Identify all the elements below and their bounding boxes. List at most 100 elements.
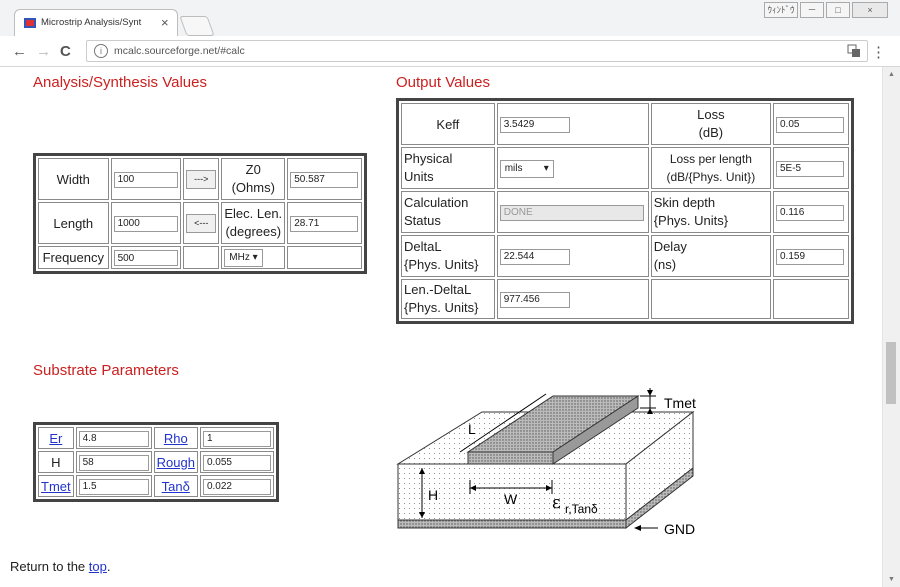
elec-len-label: Elec. Len. bbox=[224, 206, 283, 221]
minimize-icon[interactable]: － bbox=[800, 2, 824, 18]
deltal-label: DeltaL bbox=[404, 239, 442, 254]
footer-text: Return to the bbox=[10, 559, 89, 574]
deltal-output[interactable] bbox=[499, 248, 570, 265]
analyze-button[interactable]: <--- bbox=[186, 213, 217, 233]
new-tab-button[interactable] bbox=[179, 16, 215, 36]
analysis-heading: Analysis/Synthesis Values bbox=[33, 74, 207, 91]
tmet-input[interactable] bbox=[78, 478, 149, 495]
w-label: W bbox=[504, 491, 518, 507]
physical-units-value: mils bbox=[504, 162, 523, 174]
frequency-label: Frequency bbox=[38, 246, 109, 269]
scroll-thumb[interactable] bbox=[886, 342, 896, 404]
synthesize-button[interactable]: ---> bbox=[186, 169, 217, 189]
window-user-button[interactable]: ｳｨﾝﾄﾞｳ bbox=[764, 2, 798, 18]
frequency-unit-select[interactable]: MHz ▾ bbox=[224, 249, 263, 267]
len-deltal-unit-label: {Phys. Units} bbox=[404, 300, 479, 315]
forward-icon[interactable]: → bbox=[36, 43, 51, 60]
length-label: Length bbox=[38, 202, 109, 244]
ground-plane-front bbox=[397, 519, 627, 529]
delay-unit-label: (ns) bbox=[653, 257, 677, 272]
h-label: H bbox=[38, 451, 74, 473]
loss-output[interactable] bbox=[776, 116, 844, 133]
er-link[interactable]: Er bbox=[49, 431, 62, 446]
output-heading: Output Values bbox=[396, 74, 490, 91]
translate-icon[interactable] bbox=[847, 44, 861, 58]
frequency-input[interactable] bbox=[113, 250, 178, 267]
physical-units-label: Physical bbox=[404, 151, 453, 166]
elec-len-unit-label: (degrees) bbox=[225, 224, 282, 239]
tand-link[interactable]: Tanδ bbox=[162, 479, 190, 494]
calc-status-label: Calculation bbox=[404, 195, 469, 210]
frequency-unit-value: MHz bbox=[229, 252, 250, 263]
reload-icon[interactable]: C bbox=[60, 43, 71, 60]
rho-input[interactable] bbox=[202, 430, 271, 447]
analysis-table: Width ---> Z0 (Ohms) Length <--- Elec. Le… bbox=[33, 153, 367, 274]
rho-link[interactable]: Rho bbox=[164, 431, 188, 446]
h-dimension-label: H bbox=[428, 487, 438, 503]
skin-depth-label: Skin depth bbox=[653, 195, 716, 210]
address-bar[interactable]: i mcalc.sourceforge.net/#calc bbox=[86, 40, 868, 62]
substrate-heading: Substrate Parameters bbox=[33, 362, 179, 379]
substrate-table: Er Rho H Rough Tmet Tanδ bbox=[33, 422, 279, 502]
output-table: Keff Loss (dB) Physical Units mils ▾ Loss … bbox=[396, 98, 854, 324]
menu-icon[interactable]: ⋮ bbox=[871, 43, 886, 61]
tab-title: Microstrip Analysis/Synt bbox=[41, 17, 142, 28]
l-label: L bbox=[468, 421, 476, 437]
chevron-down-icon: ▾ bbox=[252, 252, 258, 263]
keff-label: Keff bbox=[401, 103, 495, 145]
calc-status-output bbox=[499, 204, 644, 221]
scroll-up-icon[interactable]: ▲ bbox=[888, 71, 895, 78]
length-input[interactable] bbox=[113, 215, 178, 232]
h-input[interactable] bbox=[78, 454, 149, 471]
address-toolbar: ← → C i mcalc.sourceforge.net/#calc ⋮ bbox=[0, 36, 900, 67]
favicon-icon bbox=[24, 18, 36, 28]
physical-units-label-2: Units bbox=[404, 169, 434, 184]
skin-depth-output[interactable] bbox=[776, 204, 844, 221]
loss-per-length-label: Loss per length bbox=[669, 152, 752, 166]
loss-label: Loss bbox=[697, 107, 725, 122]
physical-units-select[interactable]: mils ▾ bbox=[499, 159, 554, 178]
vertical-scrollbar[interactable]: ▲ ▼ bbox=[882, 67, 900, 587]
loss-per-length-unit-label: (dB/{Phys. Unit}) bbox=[666, 170, 756, 184]
window-controls: ｳｨﾝﾄﾞｳ － □ × bbox=[764, 2, 888, 18]
maximize-icon[interactable]: □ bbox=[826, 2, 850, 18]
microstrip-diagram: Tmet L H W ε r,Tanδ GND bbox=[396, 388, 696, 537]
epsilon-label: ε bbox=[552, 493, 561, 513]
url-text[interactable]: mcalc.sourceforge.net/#calc bbox=[114, 45, 245, 57]
skin-depth-unit-label: {Phys. Units} bbox=[653, 213, 729, 228]
tand-input[interactable] bbox=[202, 478, 271, 495]
calc-status-label-2: Status bbox=[404, 213, 441, 228]
z0-input[interactable] bbox=[290, 171, 359, 188]
z0-unit-label: (Ohms) bbox=[231, 180, 275, 195]
deltal-unit-label: {Phys. Units} bbox=[404, 257, 479, 272]
width-label: Width bbox=[38, 158, 109, 200]
delay-output[interactable] bbox=[776, 248, 844, 265]
top-link[interactable]: top bbox=[89, 559, 107, 574]
z0-label: Z0 bbox=[245, 162, 261, 177]
tab-close-icon[interactable]: × bbox=[161, 15, 169, 30]
delay-label: Delay bbox=[653, 239, 687, 254]
gnd-arrow bbox=[634, 525, 641, 531]
len-deltal-output[interactable] bbox=[499, 291, 570, 308]
rough-link[interactable]: Rough bbox=[157, 455, 195, 470]
loss-per-length-output[interactable] bbox=[776, 160, 844, 177]
er-input[interactable] bbox=[78, 430, 149, 447]
info-icon[interactable]: i bbox=[94, 44, 108, 58]
browser-title-bar: Microstrip Analysis/Synt × ｳｨﾝﾄﾞｳ － □ × bbox=[0, 0, 900, 37]
footer: Return to the top. bbox=[10, 559, 110, 574]
elec-len-input[interactable] bbox=[290, 215, 359, 232]
scroll-down-icon[interactable]: ▼ bbox=[888, 576, 895, 583]
rough-input[interactable] bbox=[202, 454, 271, 471]
window-close-icon[interactable]: × bbox=[852, 2, 888, 18]
tmet-link[interactable]: Tmet bbox=[41, 479, 71, 494]
footer-period: . bbox=[106, 559, 111, 574]
tmet-label: Tmet bbox=[664, 395, 696, 411]
gnd-label: GND bbox=[664, 521, 695, 537]
loss-unit-label: (dB) bbox=[698, 125, 724, 140]
back-icon[interactable]: ← bbox=[12, 43, 27, 60]
keff-output[interactable] bbox=[499, 116, 570, 133]
tmet-arrow-top bbox=[647, 390, 653, 396]
browser-tab[interactable]: Microstrip Analysis/Synt × bbox=[14, 9, 178, 36]
strip-front-face bbox=[467, 451, 554, 465]
width-input[interactable] bbox=[113, 171, 178, 188]
